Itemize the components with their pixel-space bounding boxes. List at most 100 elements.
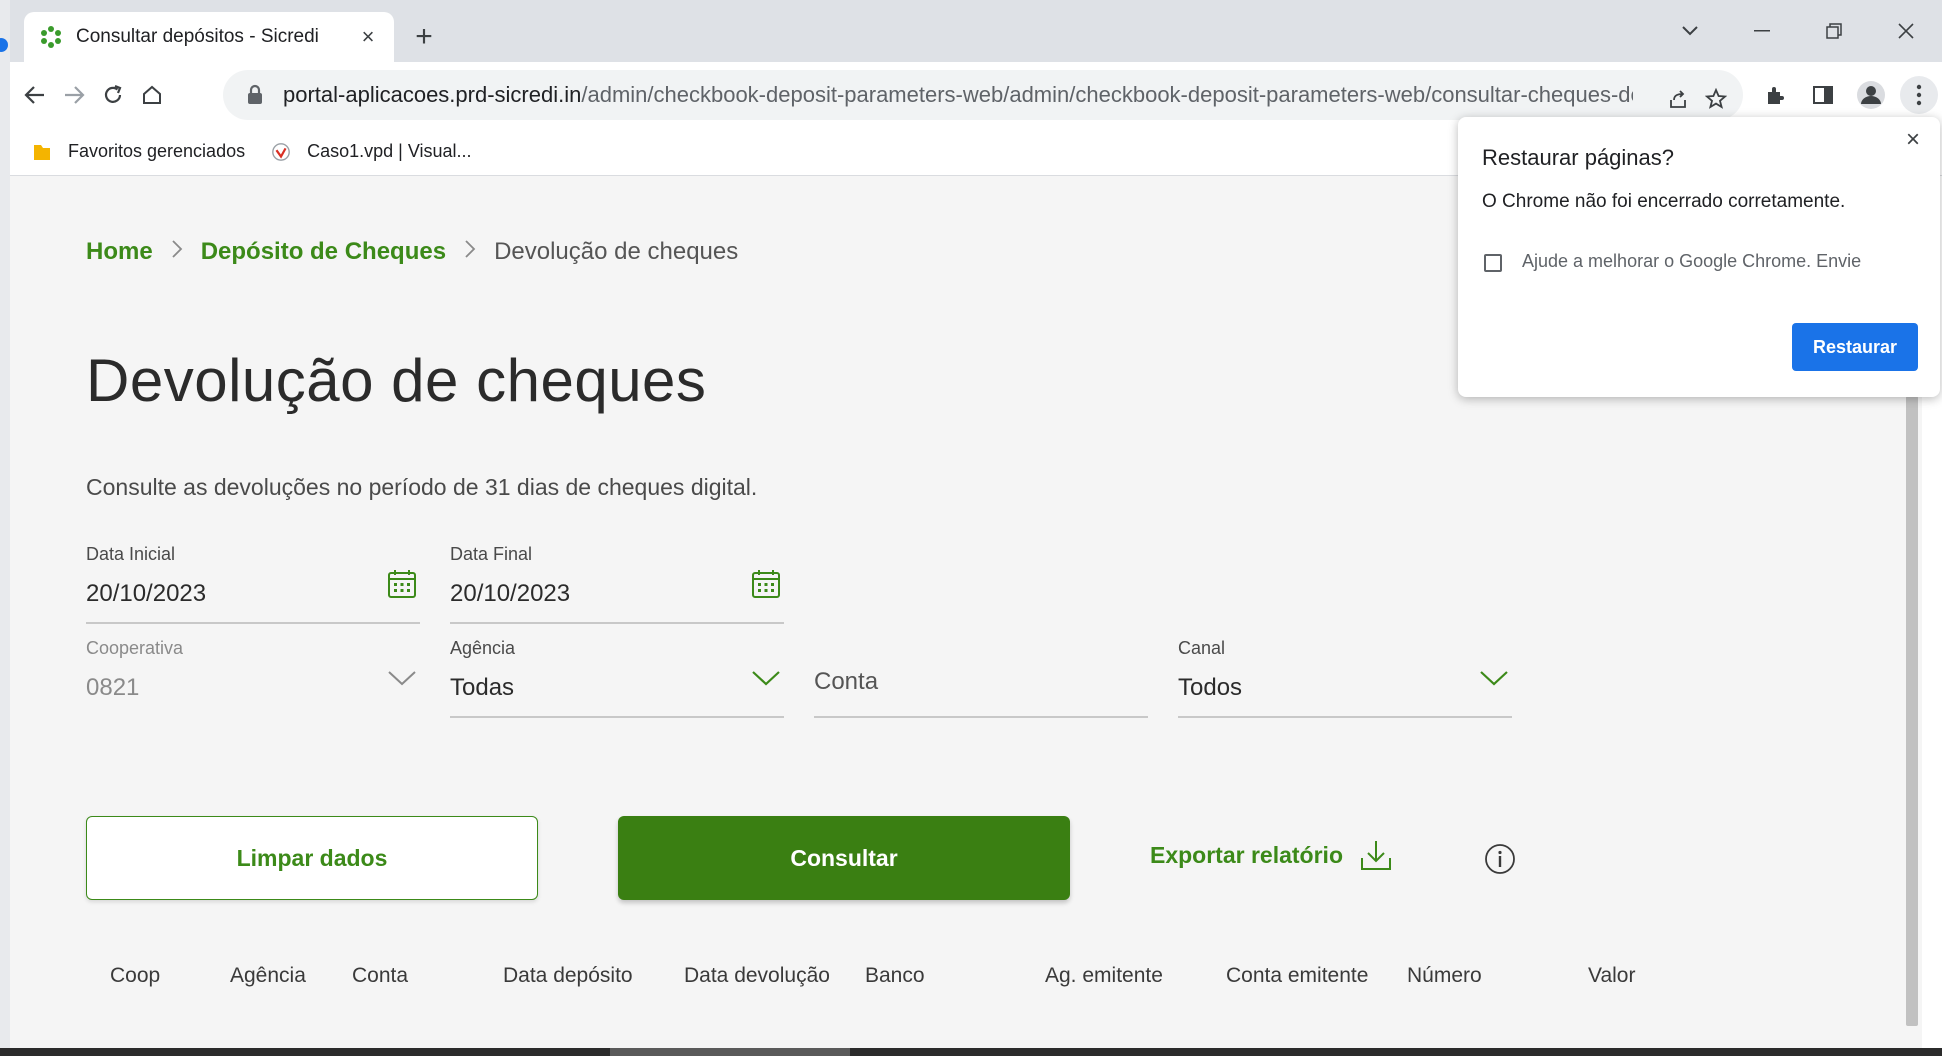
column-header: Coop	[110, 964, 161, 987]
conta-input[interactable]: Conta	[814, 638, 1148, 718]
chrome-menu-icon[interactable]	[1900, 76, 1938, 114]
tab-title: Consultar depósitos - Sicredi	[76, 26, 319, 47]
browser-tab[interactable]: Consultar depósitos - Sicredi ×	[24, 12, 394, 62]
page-title: Devolução de cheques	[86, 347, 707, 414]
forward-button[interactable]	[55, 76, 93, 114]
folder-icon	[34, 144, 50, 160]
visual-paradigm-icon	[272, 142, 290, 161]
chevron-down-icon[interactable]	[750, 662, 782, 694]
breadcrumb-deposito[interactable]: Depósito de Cheques	[201, 238, 446, 266]
breadcrumb-current: Devolução de cheques	[494, 238, 739, 265]
bookmark-caso1[interactable]: Caso1.vpd | Visual...	[271, 141, 472, 163]
cooperativa-value: 0821	[86, 674, 140, 701]
back-arrow-icon	[24, 86, 44, 104]
extensions-icon[interactable]	[1756, 76, 1794, 114]
cooperativa-label: Cooperativa	[86, 638, 184, 658]
bookmark-label: Caso1.vpd | Visual...	[307, 141, 472, 161]
chevron-down-icon	[388, 671, 416, 686]
bookmark-label: Favoritos gerenciados	[68, 141, 246, 161]
improve-chrome-checkbox[interactable]	[1484, 254, 1502, 272]
field-underline	[1178, 716, 1512, 718]
data-inicial-value[interactable]: 20/10/2023	[86, 580, 206, 608]
home-icon	[143, 85, 161, 104]
data-inicial-label: Data Inicial	[86, 544, 176, 564]
tab-search-chevron-icon[interactable]	[1654, 0, 1726, 62]
download-icon	[1361, 841, 1391, 870]
profile-avatar-icon[interactable]	[1852, 76, 1890, 114]
sicredi-logo-icon	[41, 26, 61, 48]
reload-icon	[104, 84, 122, 103]
chevron-right-icon	[464, 238, 476, 266]
restore-pages-popup: Restaurar páginas? × O Chrome não foi en…	[1458, 117, 1940, 397]
left-window-edge	[0, 0, 10, 1056]
column-header: Banco	[865, 964, 925, 987]
canal-label: Canal	[1178, 638, 1226, 658]
field-underline	[450, 622, 784, 624]
breadcrumb-home[interactable]: Home	[86, 238, 153, 266]
table-header: Coop Agência Conta Data depósito Data de…	[10, 964, 1910, 1004]
chevron-right-icon	[171, 238, 183, 266]
close-window-button[interactable]	[1870, 0, 1942, 62]
column-header: Agência	[230, 964, 306, 987]
conta-placeholder[interactable]: Conta	[814, 668, 878, 696]
calendar-icon[interactable]	[386, 568, 418, 600]
column-header: Data devolução	[684, 964, 830, 987]
column-header: Conta emitente	[1226, 964, 1369, 987]
close-icon[interactable]: ×	[1900, 127, 1926, 153]
improve-chrome-label[interactable]: Ajude a melhorar o Google Chrome. Envie	[1522, 251, 1861, 272]
reload-button[interactable]	[94, 76, 132, 114]
cooperativa-select: Cooperativa 0821	[86, 638, 420, 718]
taskbar-edge	[0, 1048, 1942, 1056]
chevron-down-icon[interactable]	[1478, 662, 1510, 694]
home-button[interactable]	[133, 76, 171, 114]
data-inicial-field[interactable]: Data Inicial 20/10/2023	[86, 544, 420, 624]
info-icon[interactable]	[1484, 843, 1516, 875]
limpar-dados-button[interactable]: Limpar dados	[86, 816, 538, 900]
back-button[interactable]	[16, 76, 54, 114]
agencia-label: Agência	[450, 638, 516, 658]
restaurar-button[interactable]: Restaurar	[1792, 323, 1918, 371]
tab-close-icon[interactable]: ×	[356, 24, 380, 50]
app-badge-icon	[0, 38, 8, 52]
url-path: /admin/checkbook-deposit-parameters-web/…	[581, 82, 1633, 107]
scrollbar-thumb[interactable]	[1906, 396, 1918, 1026]
forward-arrow-icon	[65, 86, 85, 104]
minimize-button[interactable]	[1726, 0, 1798, 62]
agencia-value[interactable]: Todas	[450, 674, 514, 702]
column-header: Ag. emitente	[1045, 964, 1163, 987]
window-controls	[1654, 0, 1942, 62]
field-underline	[450, 716, 784, 718]
new-tab-button[interactable]: +	[406, 20, 442, 56]
field-underline	[86, 622, 420, 624]
exportar-label: Exportar relatório	[1150, 841, 1343, 868]
data-final-field[interactable]: Data Final 20/10/2023	[450, 544, 784, 624]
url-host: portal-aplicacoes.prd-sicredi.in	[283, 82, 582, 107]
restore-window-button[interactable]	[1798, 0, 1870, 62]
popup-title: Restaurar páginas?	[1482, 145, 1675, 170]
column-header: Valor	[1588, 964, 1636, 987]
bookmark-favoritos[interactable]: Favoritos gerenciados	[32, 141, 245, 163]
column-header: Número	[1407, 964, 1482, 987]
lock-icon[interactable]	[245, 84, 265, 106]
address-bar[interactable]: portal-aplicacoes.prd-sicredi.in/admin/c…	[223, 70, 1743, 120]
popup-message: O Chrome não foi encerrado corretamente.	[1482, 191, 1846, 212]
tab-strip: Consultar depósitos - Sicredi × +	[10, 0, 1942, 62]
share-icon[interactable]	[1663, 84, 1693, 114]
canal-value[interactable]: Todos	[1178, 674, 1242, 702]
field-underline	[814, 716, 1148, 718]
side-panel-icon[interactable]	[1804, 76, 1842, 114]
exportar-relatorio-button[interactable]: Exportar relatório	[1150, 838, 1393, 872]
bookmark-star-icon[interactable]	[1701, 84, 1731, 114]
column-header: Data depósito	[503, 964, 633, 987]
canal-select[interactable]: Canal Todos	[1178, 638, 1512, 718]
taskbar-segment	[610, 1048, 850, 1056]
url-text: portal-aplicacoes.prd-sicredi.in/admin/c…	[283, 82, 1633, 108]
data-final-value[interactable]: 20/10/2023	[450, 580, 570, 608]
agencia-select[interactable]: Agência Todas	[450, 638, 784, 718]
calendar-icon[interactable]	[750, 568, 782, 600]
data-final-label: Data Final	[450, 544, 533, 564]
column-header: Conta	[352, 964, 409, 987]
consultar-button[interactable]: Consultar	[618, 816, 1070, 900]
breadcrumb: Home Depósito de Cheques Devolução de ch…	[86, 238, 738, 266]
page-subtitle: Consulte as devoluções no período de 31 …	[86, 474, 758, 500]
